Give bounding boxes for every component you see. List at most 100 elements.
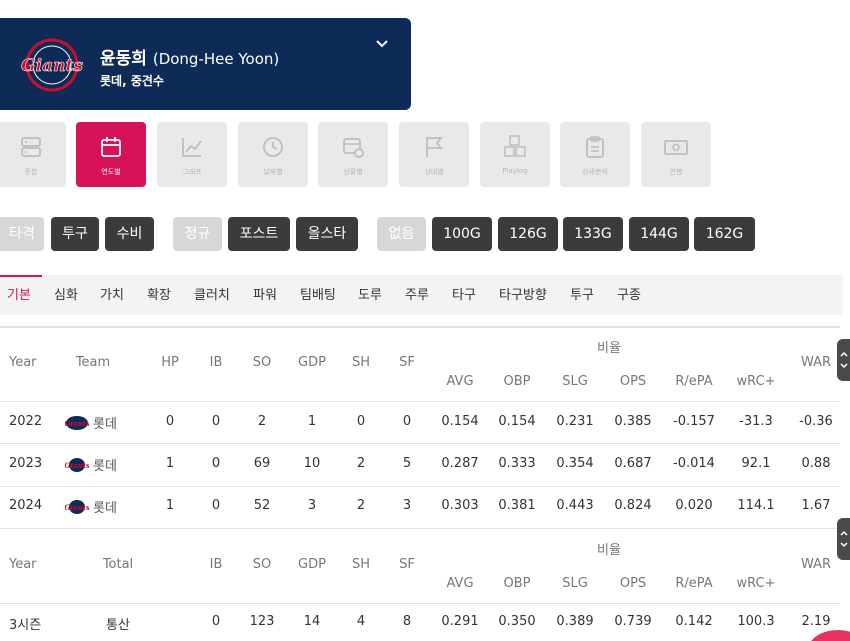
cell-ib: 0 — [211, 498, 221, 513]
filter-126g[interactable]: 126G — [498, 217, 558, 251]
col-ops[interactable]: OPS — [620, 576, 646, 591]
player-name-en: (Dong-Hee Yoon) — [152, 50, 280, 68]
tile-graph[interactable]: 그래프 — [157, 122, 227, 187]
tab-pitch-types[interactable]: 구종 — [617, 277, 641, 315]
table-scroll-handle[interactable] — [837, 339, 850, 381]
col-war[interactable]: WAR — [801, 355, 831, 370]
tile-salary[interactable]: 연봉 — [641, 122, 711, 187]
tab-clutch[interactable]: 클러치 — [194, 277, 230, 315]
cell-slg: 0.389 — [556, 614, 594, 629]
tab-basic[interactable]: 기본 — [7, 277, 31, 315]
cell-war: 2.19 — [801, 614, 831, 629]
filter-allstar[interactable]: 올스타 — [296, 217, 358, 251]
filter-batting[interactable]: 타격 — [0, 217, 44, 251]
col-wrc[interactable]: wRC+ — [737, 576, 776, 591]
tab-stolen-base[interactable]: 도루 — [358, 277, 382, 315]
cell-slg: 0.354 — [556, 456, 594, 471]
cell-obp: 0.381 — [498, 498, 536, 513]
cell-war: -0.36 — [799, 414, 833, 429]
tile-situation[interactable]: 상황별 — [318, 122, 388, 187]
filter-fielding[interactable]: 수비 — [105, 217, 154, 251]
tab-pitches[interactable]: 투구 — [570, 277, 594, 315]
scroll-arrows-icon — [840, 351, 848, 369]
tile-summary[interactable]: 종합 — [0, 122, 66, 187]
cell-repa: -0.157 — [673, 414, 715, 429]
flag-icon — [426, 137, 443, 157]
tile-detail-analysis[interactable]: 상세분석 — [560, 122, 630, 187]
filter-games-none[interactable]: 없음 — [377, 217, 426, 251]
tab-team-batting[interactable]: 팀배팅 — [300, 277, 336, 315]
col-sh[interactable]: SH — [352, 557, 370, 572]
col-team[interactable]: Team — [76, 355, 110, 370]
col-hp[interactable]: HP — [161, 355, 179, 370]
col-obp[interactable]: OBP — [504, 374, 531, 389]
svg-text:Giants: Giants — [21, 56, 83, 76]
tab-batted-direction[interactable]: 타구방향 — [499, 277, 547, 315]
cell-wrc: 92.1 — [741, 456, 771, 471]
col-gdp[interactable]: GDP — [298, 355, 326, 370]
filter-144g[interactable]: 144G — [629, 217, 689, 251]
col-slg[interactable]: SLG — [562, 374, 588, 389]
col-slg[interactable]: SLG — [562, 576, 588, 591]
col-avg[interactable]: AVG — [446, 374, 473, 389]
col-sh[interactable]: SH — [352, 355, 370, 370]
tile-by-date[interactable]: 날짜별 — [238, 122, 308, 187]
cell-ib: 0 — [211, 456, 221, 471]
team-cell[interactable]: Giants 롯데 — [65, 455, 117, 474]
tab-baserunning[interactable]: 주루 — [405, 277, 429, 315]
cell-slg: 0.231 — [556, 414, 594, 429]
col-so[interactable]: SO — [253, 557, 271, 572]
filter-133g[interactable]: 133G — [563, 217, 623, 251]
col-total[interactable]: Total — [103, 557, 133, 572]
col-avg[interactable]: AVG — [446, 576, 473, 591]
filter-162g[interactable]: 162G — [694, 217, 755, 251]
filter-regular[interactable]: 정규 — [173, 217, 222, 251]
table-scroll-handle[interactable] — [837, 518, 850, 560]
giants-logo: Giants — [21, 38, 84, 92]
filter-100g[interactable]: 100G — [432, 217, 492, 251]
team-cell[interactable]: Giants 롯데 — [65, 413, 117, 432]
cell-avg: 0.291 — [441, 614, 479, 629]
cell-sf: 8 — [402, 614, 412, 629]
cell-avg: 0.154 — [441, 414, 479, 429]
col-so[interactable]: SO — [253, 355, 271, 370]
filter-pitching[interactable]: 투구 — [51, 217, 99, 251]
tab-batted-ball[interactable]: 타구 — [452, 277, 476, 315]
team-name: 롯데 — [93, 501, 117, 516]
cell-sf: 5 — [402, 456, 412, 471]
col-repa[interactable]: R/ePA — [675, 374, 712, 389]
col-year[interactable]: Year — [9, 355, 37, 370]
stat-subtabs: 기본 심화 가치 확장 클러치 파워 팀배팅 도루 주루 타구 타구방향 투구 … — [0, 275, 843, 315]
table-row-year: 2022 — [9, 414, 43, 429]
cell-war: 1.67 — [801, 498, 831, 513]
col-ops[interactable]: OPS — [620, 374, 646, 389]
col-war[interactable]: WAR — [801, 557, 831, 572]
floating-action-button[interactable] — [808, 630, 850, 641]
tab-value[interactable]: 가치 — [100, 277, 124, 315]
cell-sf: 0 — [402, 414, 412, 429]
tile-label: Playlog — [502, 167, 528, 175]
col-wrc[interactable]: wRC+ — [737, 374, 776, 389]
chevron-down-icon[interactable] — [372, 34, 392, 54]
col-repa[interactable]: R/ePA — [675, 576, 712, 591]
tab-advanced[interactable]: 심화 — [54, 277, 78, 315]
cell-avg: 0.303 — [441, 498, 479, 513]
filter-postseason[interactable]: 포스트 — [228, 217, 290, 251]
tile-opponent[interactable]: 상대별 — [399, 122, 469, 187]
tile-label: 상대별 — [424, 168, 444, 176]
tile-playlog[interactable]: Playlog — [480, 122, 550, 187]
col-year[interactable]: Year — [9, 557, 37, 572]
team-cell[interactable]: Giants 롯데 — [65, 497, 117, 516]
col-obp[interactable]: OBP — [504, 576, 531, 591]
tile-label: 종합 — [24, 168, 38, 176]
col-gdp[interactable]: GDP — [298, 557, 326, 572]
tile-yearly[interactable]: 연도별 — [76, 122, 146, 187]
tab-power[interactable]: 파워 — [253, 277, 277, 315]
col-sf[interactable]: SF — [399, 355, 415, 370]
col-ib[interactable]: IB — [210, 355, 223, 370]
tab-extended[interactable]: 확장 — [147, 277, 171, 315]
col-ib[interactable]: IB — [210, 557, 223, 572]
col-sf[interactable]: SF — [399, 557, 415, 572]
svg-text:Giants: Giants — [65, 503, 89, 512]
cell-sh: 2 — [356, 498, 366, 513]
